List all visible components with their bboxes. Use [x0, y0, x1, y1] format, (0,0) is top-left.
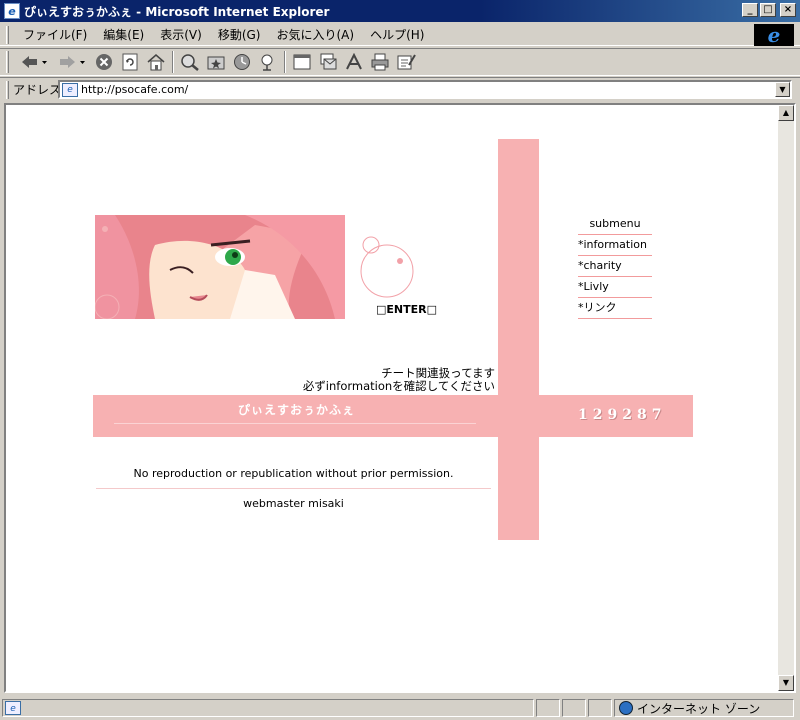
pink-vertical-bar — [498, 139, 539, 540]
window-titlebar[interactable]: e ぴぃえすおぅかふぇ - Microsoft Internet Explore… — [0, 0, 800, 22]
menu-favorites[interactable]: お気に入り(A) — [268, 24, 362, 45]
maximize-button[interactable]: □ — [760, 3, 776, 17]
window-title: ぴぃえすおぅかふぇ - Microsoft Internet Explorer — [24, 4, 330, 19]
copyright-notice: No reproduction or republication without… — [133, 467, 454, 480]
channels-button[interactable] — [255, 50, 281, 74]
menu-help[interactable]: ヘルプ(H) — [362, 24, 432, 45]
menu-file[interactable]: ファイル(F) — [15, 24, 95, 45]
submenu-item-charity[interactable]: *charity — [578, 256, 652, 277]
forward-button[interactable] — [53, 50, 91, 74]
address-dropdown-button[interactable]: ▼ — [775, 82, 790, 97]
toolbar-grip[interactable] — [6, 51, 9, 73]
address-bar: アドレス e http://psocafe.com/ ▼ — [0, 77, 800, 101]
enter-link[interactable]: □ENTER□ — [376, 303, 437, 316]
history-button[interactable] — [229, 50, 255, 74]
font-icon — [346, 53, 362, 70]
font-button[interactable] — [341, 50, 367, 74]
notice-line-2: 必ずinformationを確認してください — [302, 379, 495, 393]
status-page-icon: e — [5, 701, 21, 715]
status-cell — [588, 699, 612, 717]
submenu: submenu *information *charity *Livly *リン… — [578, 214, 652, 319]
scroll-up-button[interactable]: ▲ — [778, 105, 794, 121]
status-text-cell: e — [2, 699, 534, 717]
vertical-scrollbar[interactable]: ▲ ▼ — [778, 105, 794, 691]
title-underline — [114, 423, 476, 424]
favorites-icon — [207, 56, 225, 70]
submenu-item-information[interactable]: *information — [578, 235, 652, 256]
back-icon — [22, 56, 47, 68]
back-button[interactable] — [15, 50, 53, 74]
status-bar: e インターネット ゾーン — [0, 696, 800, 720]
menu-view[interactable]: 表示(V) — [152, 24, 210, 45]
browser-viewport: □ENTER□ submenu *information *charity *L… — [4, 103, 796, 693]
minimize-button[interactable]: _ — [742, 3, 758, 17]
favorites-button[interactable] — [203, 50, 229, 74]
web-page: □ENTER□ submenu *information *charity *L… — [6, 105, 780, 691]
forward-icon — [60, 56, 85, 68]
menubar-grip[interactable] — [6, 25, 9, 44]
submenu-item-links[interactable]: *リンク — [578, 298, 652, 319]
edit-button[interactable] — [393, 50, 419, 74]
menu-edit[interactable]: 編集(E) — [95, 24, 152, 45]
security-zone: インターネット ゾーン — [614, 699, 794, 717]
page-favicon-icon: e — [62, 82, 78, 97]
site-title: ぴぃえすおぅかふぇ — [238, 403, 356, 417]
addressbar-grip[interactable] — [6, 80, 9, 99]
home-button[interactable] — [143, 50, 169, 74]
edit-icon — [397, 54, 416, 70]
history-icon — [234, 54, 250, 70]
search-icon — [181, 54, 199, 71]
toolbar-separator — [172, 51, 174, 73]
menu-go[interactable]: 移動(G) — [210, 24, 269, 45]
footer-divider — [96, 488, 491, 489]
submenu-header: submenu — [578, 214, 652, 235]
print-icon — [371, 53, 389, 71]
fullscreen-button[interactable] — [289, 50, 315, 74]
internet-globe-icon — [619, 701, 633, 715]
search-button[interactable] — [177, 50, 203, 74]
menu-bar: ファイル(F) 編集(E) 表示(V) 移動(G) お気に入り(A) ヘルプ(H… — [0, 24, 800, 46]
print-button[interactable] — [367, 50, 393, 74]
ie-logo: e — [754, 24, 794, 46]
refresh-icon — [122, 53, 138, 71]
webmaster-credit: webmaster misaki — [243, 497, 344, 510]
notice-text: チート関連扱ってます 必ずinformationを確認してください — [206, 367, 495, 393]
visitor-counter: 129287 — [578, 407, 667, 423]
stop-button[interactable] — [91, 50, 117, 74]
mail-button[interactable] — [315, 50, 341, 74]
stop-icon — [96, 54, 112, 70]
ie-page-icon: e — [4, 3, 20, 19]
zone-label: インターネット ゾーン — [637, 701, 761, 716]
status-cell — [562, 699, 586, 717]
scroll-down-button[interactable]: ▼ — [778, 675, 794, 691]
address-label: アドレス — [13, 83, 62, 97]
address-url[interactable]: http://psocafe.com/ — [81, 83, 188, 96]
status-cell — [536, 699, 560, 717]
address-input[interactable]: e http://psocafe.com/ ▼ — [58, 80, 792, 99]
home-icon — [147, 54, 165, 71]
submenu-item-livly[interactable]: *Livly — [578, 277, 652, 298]
refresh-button[interactable] — [117, 50, 143, 74]
close-button[interactable]: × — [780, 3, 796, 17]
mail-icon — [320, 53, 337, 70]
standard-toolbar — [0, 48, 800, 76]
ie-logo-icon: e — [767, 23, 781, 47]
fullscreen-icon — [293, 54, 311, 70]
toolbar-separator — [284, 51, 286, 73]
channels-icon — [261, 54, 273, 71]
